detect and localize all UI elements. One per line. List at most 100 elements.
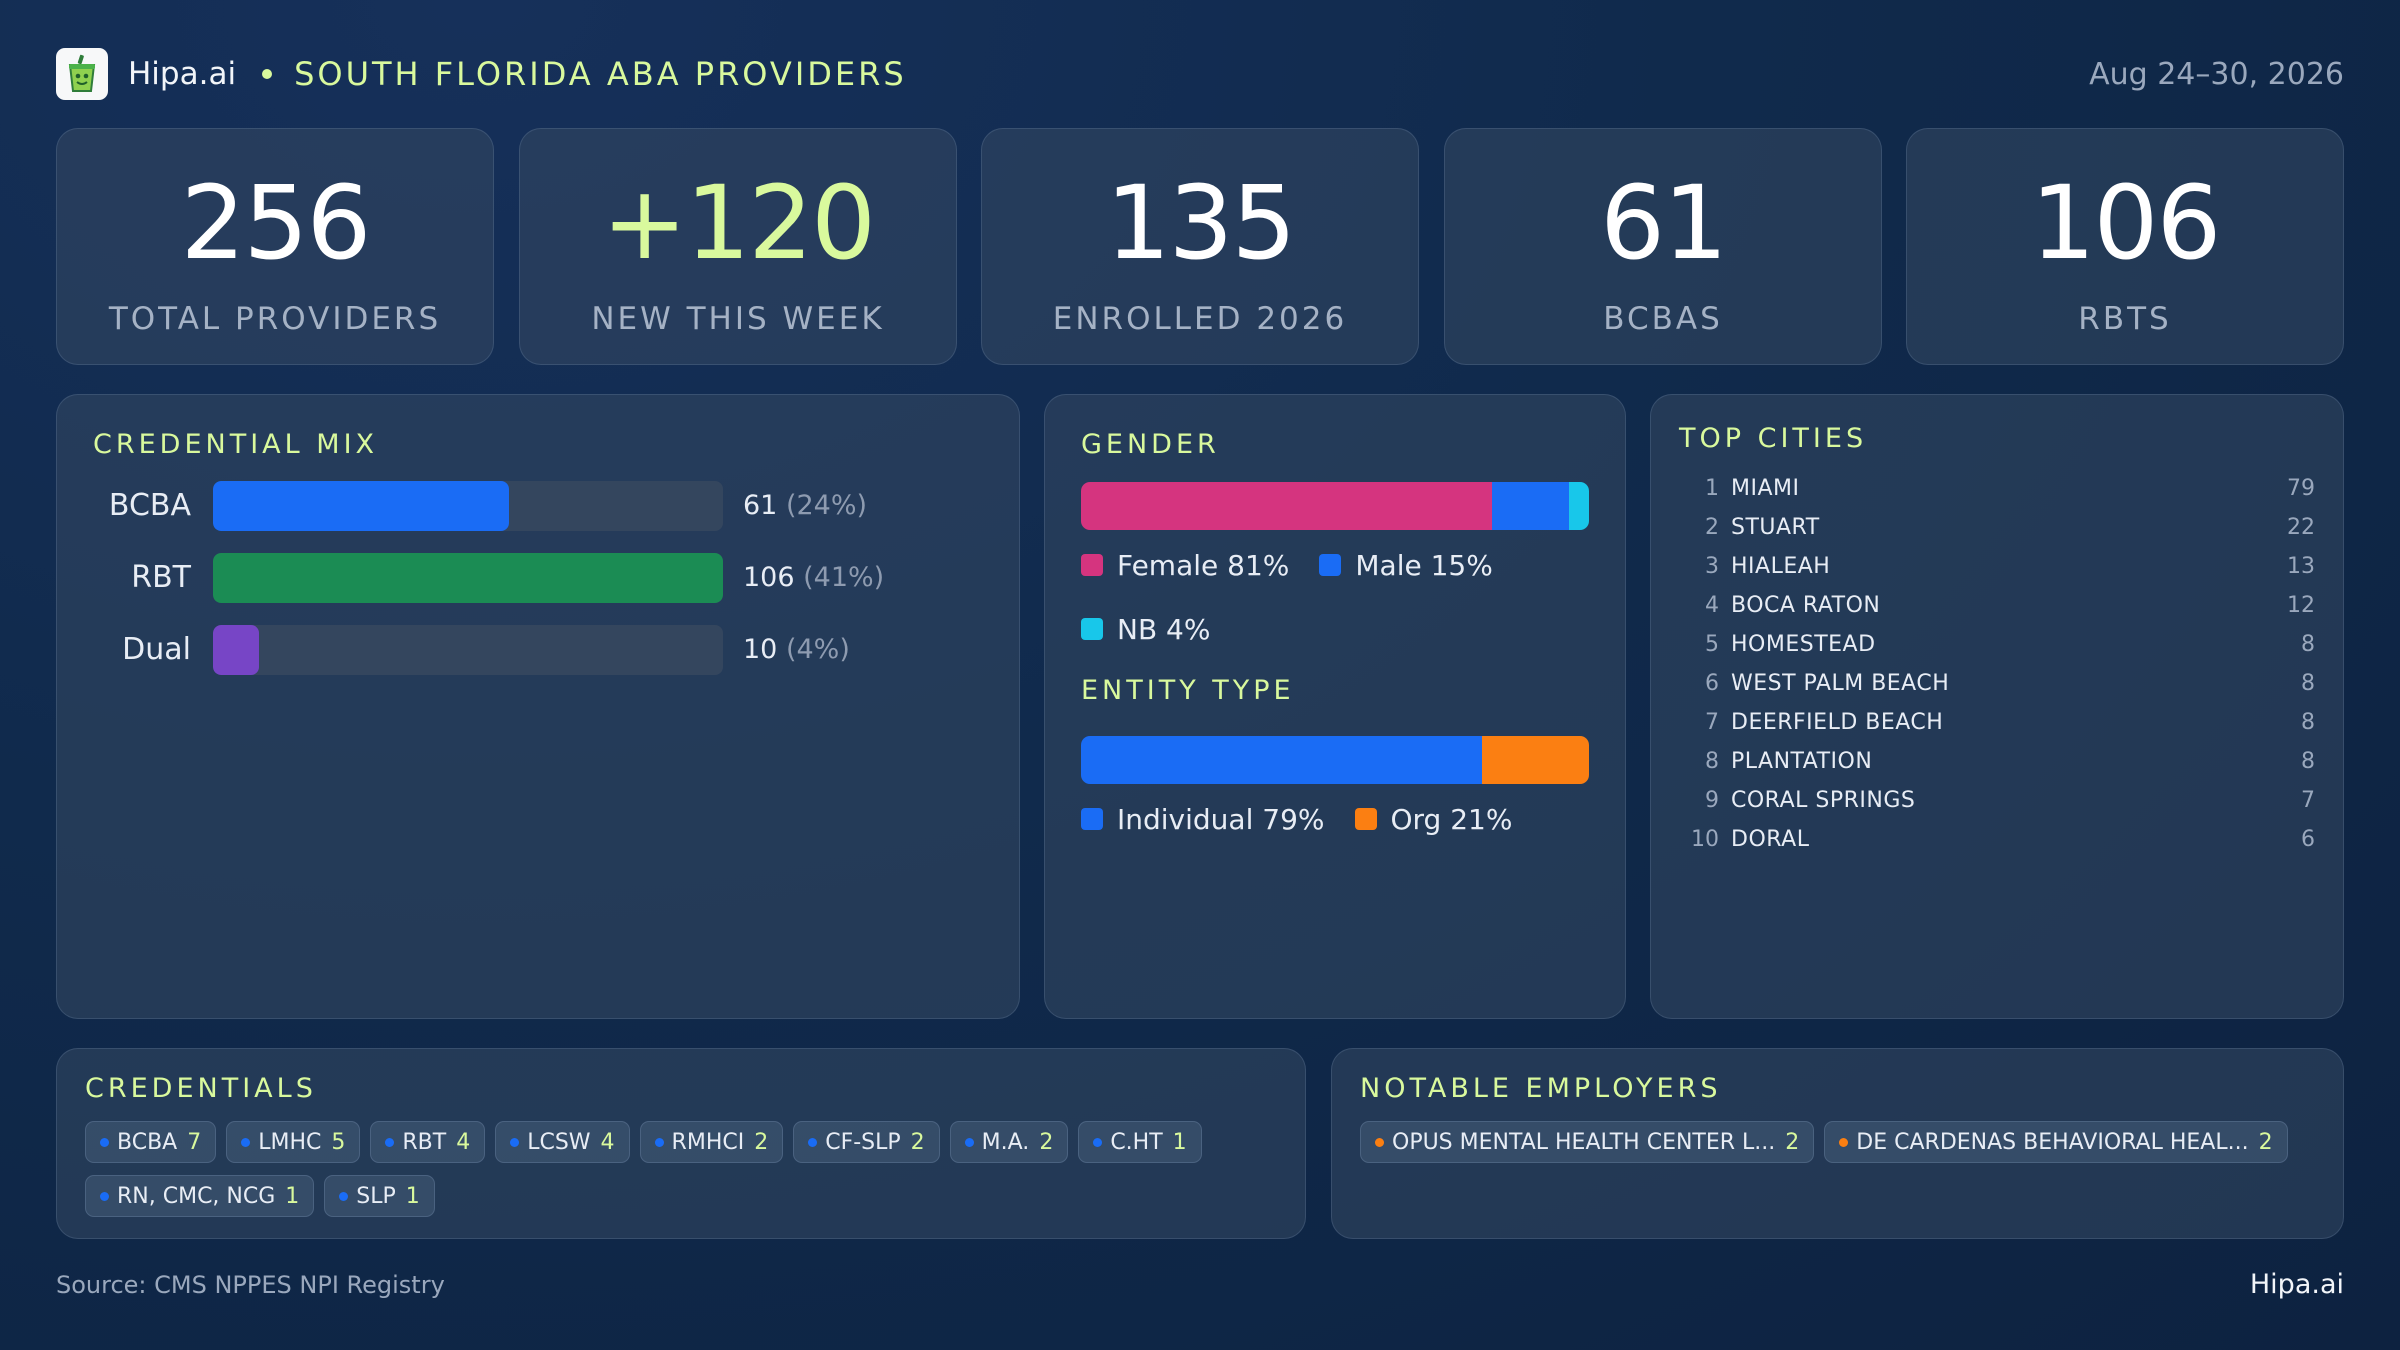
credential-chip: RBT 4 — [370, 1121, 486, 1163]
bar-percent: (4%) — [785, 634, 850, 665]
chip-count: 2 — [1039, 1129, 1054, 1155]
kpi-card-new-this-week: +120 NEW THIS WEEK — [519, 128, 957, 365]
top-cities-panel: TOP CITIES 1 MIAMI 79 2 STUART 22 3 HIALEAH 13 4 B… — [1650, 394, 2344, 1019]
kpi-card-bcbas: 61 BCBAS — [1444, 128, 1882, 365]
credential-mix-panel: CREDENTIAL MIX BCBA 61 (24%) RBT 106 (41… — [56, 394, 1020, 1019]
kpi-value: +120 — [601, 164, 876, 283]
city-row: 1 MIAMI 79 — [1679, 473, 2315, 503]
city-rank: 7 — [1705, 709, 1719, 735]
bullet-dot — [1839, 1137, 1849, 1147]
bullet-dot — [385, 1137, 395, 1147]
page-title: SOUTH FLORIDA ABA PROVIDERS — [294, 55, 907, 93]
kpi-value: 256 — [180, 164, 372, 283]
city-count: 6 — [2301, 826, 2315, 852]
chip-label: LMHC — [258, 1129, 322, 1155]
bar-label: Dual — [122, 632, 191, 667]
gender-segment-female — [1081, 482, 1493, 530]
legend-item-individual: Individual 79% — [1081, 801, 1325, 837]
legend-swatch — [1081, 808, 1103, 830]
city-row: 5 HOMESTEAD 8 — [1679, 629, 2315, 659]
city-row: 9 CORAL SPRINGS 7 — [1679, 785, 2315, 815]
city-name: WEST PALM BEACH — [1731, 670, 1950, 696]
city-rank: 9 — [1705, 787, 1719, 813]
bar-value: 106 (41%) — [743, 553, 884, 603]
legend-swatch — [1319, 554, 1342, 576]
city-row: 7 DEERFIELD BEACH 8 — [1679, 707, 2315, 737]
bar-value: 61 (24%) — [743, 481, 867, 531]
credential-chip: CF-SLP 2 — [793, 1121, 940, 1163]
city-name: PLANTATION — [1731, 748, 1873, 774]
city-count: 8 — [2301, 709, 2315, 735]
bar-count: 106 — [743, 562, 795, 593]
legend-swatch — [1081, 618, 1103, 640]
source-note: Source: CMS NPPES NPI Registry — [56, 1271, 445, 1299]
city-count: 12 — [2287, 592, 2315, 618]
city-count: 13 — [2287, 553, 2315, 579]
kpi-value: 135 — [1105, 164, 1297, 283]
chip-label: C.HT — [1110, 1129, 1163, 1155]
legend-swatch — [1354, 808, 1377, 830]
chip-count: 2 — [2258, 1129, 2273, 1155]
chip-count: 2 — [910, 1129, 925, 1155]
chip-count: 4 — [456, 1129, 471, 1155]
gender-entity-panel: GENDER Female 81% Male 15% NB 4% ENTITY … — [1044, 394, 1626, 1019]
chip-label: DE CARDENAS BEHAVIORAL HEAL... — [1856, 1129, 2249, 1155]
city-name: HIALEAH — [1731, 553, 1831, 579]
bar-count: 10 — [743, 634, 778, 665]
credential-chip: LCSW 4 — [495, 1121, 630, 1163]
credentials-panel: CREDENTIALS BCBA 7 LMHC 5 RBT 4 LCSW 4 RMHCI 2 CF-… — [56, 1048, 1306, 1239]
legend-label: Individual 79% — [1117, 802, 1325, 836]
entity-segment-individual — [1081, 736, 1483, 784]
entity-legend: Individual 79% Org 21% — [1081, 801, 1601, 865]
credential-mix-row-bcba: BCBA 61 (24%) — [57, 481, 1019, 531]
section-title: CREDENTIAL MIX — [93, 429, 379, 460]
chip-label: RBT — [402, 1129, 447, 1155]
chip-label: SLP — [356, 1183, 396, 1209]
bullet-dot — [964, 1137, 974, 1147]
chip-count: 1 — [405, 1183, 420, 1209]
city-row: 4 BOCA RATON 12 — [1679, 590, 2315, 620]
section-title: CREDENTIALS — [85, 1073, 317, 1104]
credential-mix-row-rbt: RBT 106 (41%) — [57, 553, 1019, 603]
kpi-label: RBTS — [2078, 301, 2172, 337]
legend-label: Org 21% — [1390, 802, 1513, 836]
kpi-label: BCBAS — [1603, 301, 1723, 337]
bar-track — [213, 625, 723, 675]
chip-label: BCBA — [117, 1129, 178, 1155]
city-name: HOMESTEAD — [1731, 631, 1876, 657]
city-count: 79 — [2287, 475, 2315, 501]
bar-label: BCBA — [108, 488, 191, 523]
section-title: GENDER — [1081, 429, 1220, 460]
city-row: 6 WEST PALM BEACH 8 — [1679, 668, 2315, 698]
legend-label: Male 15% — [1355, 548, 1493, 582]
city-count: 22 — [2287, 514, 2315, 540]
city-name: DEERFIELD BEACH — [1731, 709, 1944, 735]
bar-percent: (24%) — [785, 490, 868, 521]
cup-icon — [56, 48, 108, 100]
bar-label: RBT — [131, 560, 191, 595]
credential-chip: BCBA 7 — [85, 1121, 217, 1163]
employer-chip: OPUS MENTAL HEALTH CENTER L... 2 — [1360, 1121, 1815, 1163]
chip-count: 7 — [187, 1129, 202, 1155]
legend-label: Female 81% — [1117, 548, 1290, 582]
credential-chip: C.HT 1 — [1078, 1121, 1202, 1163]
bar-value: 10 (4%) — [743, 625, 850, 675]
chip-count: 1 — [1172, 1129, 1187, 1155]
chip-label: RN, CMC, NCG — [117, 1183, 276, 1209]
bullet-dot — [339, 1191, 349, 1201]
kpi-card-rbts: 106 RBTS — [1906, 128, 2344, 365]
bullet-dot — [654, 1137, 664, 1147]
city-count: 8 — [2301, 748, 2315, 774]
section-title: ENTITY TYPE — [1081, 675, 1295, 706]
credential-chip-list: BCBA 7 LMHC 5 RBT 4 LCSW 4 RMHCI 2 CF-SLP 2 M.A. 2 C.H… — [85, 1121, 1277, 1229]
section-title: TOP CITIES — [1679, 423, 1868, 454]
legend-label: NB 4% — [1117, 612, 1211, 646]
bar-count: 61 — [743, 490, 778, 521]
credential-chip: LMHC 5 — [226, 1121, 361, 1163]
gender-segment-male — [1492, 482, 1569, 530]
credential-chip: RMHCI 2 — [639, 1121, 784, 1163]
legend-item-female: Female 81% — [1081, 547, 1289, 583]
city-row: 3 HIALEAH 13 — [1679, 551, 2315, 581]
legend-item-org: Org 21% — [1354, 801, 1513, 837]
city-row: 10 DORAL 6 — [1679, 824, 2315, 854]
